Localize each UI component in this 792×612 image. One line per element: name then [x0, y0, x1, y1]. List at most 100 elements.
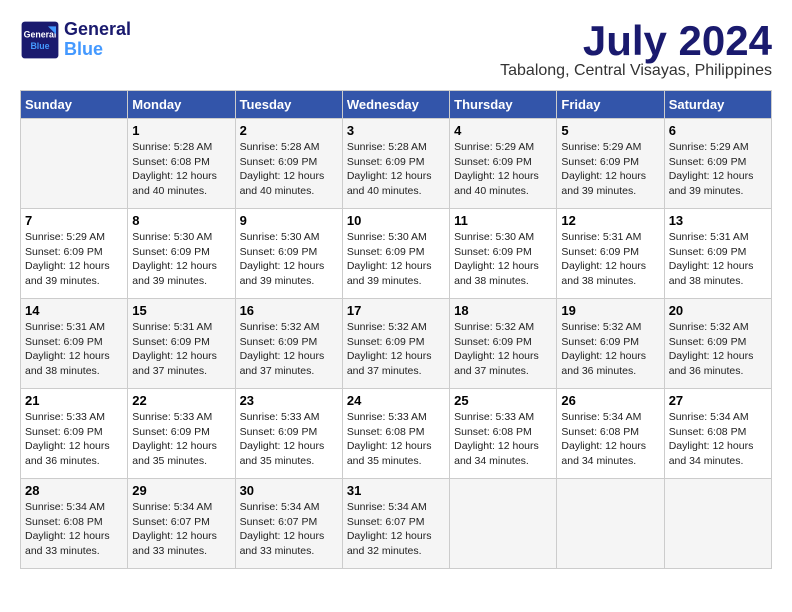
logo: General Blue General Blue: [20, 20, 131, 60]
day-info: Sunrise: 5:34 AM Sunset: 6:07 PM Dayligh…: [132, 500, 230, 559]
calendar-cell: 10Sunrise: 5:30 AM Sunset: 6:09 PM Dayli…: [342, 209, 449, 299]
calendar-cell: 13 Sunrise: 5:31 AM Sunset: 6:09 PM Dayli…: [664, 209, 771, 299]
day-number: 19: [561, 303, 659, 318]
calendar-cell: [664, 479, 771, 569]
day-info: Sunrise: 5:32 AM Sunset: 6:09 PM Dayligh…: [454, 320, 552, 379]
day-number: 30: [240, 483, 338, 498]
day-info: Sunrise: 5:32 AM Sunset: 6:09 PM Dayligh…: [240, 320, 338, 379]
day-info: Sunrise: 5:29 AM Sunset: 6:09 PM Dayligh…: [561, 140, 659, 199]
weekday-header: Tuesday: [235, 91, 342, 119]
day-number: 15: [132, 303, 230, 318]
calendar-cell: 31 Sunrise: 5:34 AM Sunset: 6:07 PM Dayli…: [342, 479, 449, 569]
calendar-table: SundayMondayTuesdayWednesdayThursdayFrid…: [20, 90, 772, 569]
day-number: 1: [132, 123, 230, 138]
day-info: Sunrise: 5:33 AM Sunset: 6:09 PM Dayligh…: [240, 410, 338, 469]
calendar-cell: 19 Sunrise: 5:32 AM Sunset: 6:09 PM Dayli…: [557, 299, 664, 389]
calendar-week-row: 1 Sunrise: 5:28 AM Sunset: 6:08 PM Daylig…: [21, 119, 772, 209]
weekday-header: Friday: [557, 91, 664, 119]
calendar-cell: 5 Sunrise: 5:29 AM Sunset: 6:09 PM Daylig…: [557, 119, 664, 209]
weekday-header: Thursday: [450, 91, 557, 119]
calendar-week-row: 21 Sunrise: 5:33 AM Sunset: 6:09 PM Dayli…: [21, 389, 772, 479]
calendar-cell: 2 Sunrise: 5:28 AM Sunset: 6:09 PM Daylig…: [235, 119, 342, 209]
day-info: Sunrise: 5:31 AM Sunset: 6:09 PM Dayligh…: [669, 230, 767, 289]
logo-text-line2: Blue: [64, 40, 131, 60]
day-info: Sunrise: 5:32 AM Sunset: 6:09 PM Dayligh…: [347, 320, 445, 379]
day-number: 6: [669, 123, 767, 138]
day-number: 16: [240, 303, 338, 318]
day-number: 21: [25, 393, 123, 408]
day-info: Sunrise: 5:29 AM Sunset: 6:09 PM Dayligh…: [669, 140, 767, 199]
day-number: 25: [454, 393, 552, 408]
svg-text:Blue: Blue: [30, 41, 49, 51]
calendar-cell: 12Sunrise: 5:31 AM Sunset: 6:09 PM Dayli…: [557, 209, 664, 299]
day-info: Sunrise: 5:32 AM Sunset: 6:09 PM Dayligh…: [561, 320, 659, 379]
day-info: Sunrise: 5:30 AM Sunset: 6:09 PM Dayligh…: [132, 230, 230, 289]
calendar-cell: 22Sunrise: 5:33 AM Sunset: 6:09 PM Dayli…: [128, 389, 235, 479]
day-info: Sunrise: 5:34 AM Sunset: 6:08 PM Dayligh…: [561, 410, 659, 469]
calendar-cell: 29 Sunrise: 5:34 AM Sunset: 6:07 PM Dayli…: [128, 479, 235, 569]
calendar-week-row: 28 Sunrise: 5:34 AM Sunset: 6:08 PM Dayli…: [21, 479, 772, 569]
day-info: Sunrise: 5:34 AM Sunset: 6:08 PM Dayligh…: [669, 410, 767, 469]
calendar-cell: 24Sunrise: 5:33 AM Sunset: 6:08 PM Dayli…: [342, 389, 449, 479]
calendar-cell: 18 Sunrise: 5:32 AM Sunset: 6:09 PM Dayli…: [450, 299, 557, 389]
weekday-header: Monday: [128, 91, 235, 119]
day-info: Sunrise: 5:28 AM Sunset: 6:09 PM Dayligh…: [240, 140, 338, 199]
day-info: Sunrise: 5:30 AM Sunset: 6:09 PM Dayligh…: [240, 230, 338, 289]
day-number: 12: [561, 213, 659, 228]
day-number: 27: [669, 393, 767, 408]
calendar-cell: 6 Sunrise: 5:29 AM Sunset: 6:09 PM Daylig…: [664, 119, 771, 209]
day-info: Sunrise: 5:28 AM Sunset: 6:09 PM Dayligh…: [347, 140, 445, 199]
calendar-cell: 16 Sunrise: 5:32 AM Sunset: 6:09 PM Dayli…: [235, 299, 342, 389]
day-number: 8: [132, 213, 230, 228]
calendar-cell: 4 Sunrise: 5:29 AM Sunset: 6:09 PM Daylig…: [450, 119, 557, 209]
day-info: Sunrise: 5:31 AM Sunset: 6:09 PM Dayligh…: [132, 320, 230, 379]
logo-icon: General Blue: [20, 20, 60, 60]
calendar-cell: 25 Sunrise: 5:33 AM Sunset: 6:08 PM Dayli…: [450, 389, 557, 479]
calendar-cell: 21 Sunrise: 5:33 AM Sunset: 6:09 PM Dayli…: [21, 389, 128, 479]
calendar-cell: 1 Sunrise: 5:28 AM Sunset: 6:08 PM Daylig…: [128, 119, 235, 209]
calendar-cell: 26Sunrise: 5:34 AM Sunset: 6:08 PM Dayli…: [557, 389, 664, 479]
calendar-cell: 15 Sunrise: 5:31 AM Sunset: 6:09 PM Dayli…: [128, 299, 235, 389]
calendar-cell: 9 Sunrise: 5:30 AM Sunset: 6:09 PM Daylig…: [235, 209, 342, 299]
calendar-cell: [21, 119, 128, 209]
calendar-week-row: 14 Sunrise: 5:31 AM Sunset: 6:09 PM Dayli…: [21, 299, 772, 389]
header: General Blue General Blue July 2024 Taba…: [20, 20, 772, 80]
day-number: 24: [347, 393, 445, 408]
day-info: Sunrise: 5:32 AM Sunset: 6:09 PM Dayligh…: [669, 320, 767, 379]
day-number: 23: [240, 393, 338, 408]
day-info: Sunrise: 5:33 AM Sunset: 6:08 PM Dayligh…: [454, 410, 552, 469]
calendar-cell: 30 Sunrise: 5:34 AM Sunset: 6:07 PM Dayli…: [235, 479, 342, 569]
day-number: 28: [25, 483, 123, 498]
day-info: Sunrise: 5:28 AM Sunset: 6:08 PM Dayligh…: [132, 140, 230, 199]
location-title: Tabalong, Central Visayas, Philippines: [500, 62, 772, 80]
day-number: 14: [25, 303, 123, 318]
day-number: 29: [132, 483, 230, 498]
calendar-cell: 20 Sunrise: 5:32 AM Sunset: 6:09 PM Dayli…: [664, 299, 771, 389]
day-number: 3: [347, 123, 445, 138]
day-info: Sunrise: 5:30 AM Sunset: 6:09 PM Dayligh…: [454, 230, 552, 289]
day-info: Sunrise: 5:31 AM Sunset: 6:09 PM Dayligh…: [25, 320, 123, 379]
calendar-week-row: 7 Sunrise: 5:29 AM Sunset: 6:09 PM Daylig…: [21, 209, 772, 299]
day-number: 13: [669, 213, 767, 228]
day-number: 20: [669, 303, 767, 318]
day-number: 4: [454, 123, 552, 138]
day-info: Sunrise: 5:33 AM Sunset: 6:09 PM Dayligh…: [25, 410, 123, 469]
day-number: 7: [25, 213, 123, 228]
calendar-cell: [557, 479, 664, 569]
calendar-cell: 14 Sunrise: 5:31 AM Sunset: 6:09 PM Dayli…: [21, 299, 128, 389]
day-number: 18: [454, 303, 552, 318]
day-number: 22: [132, 393, 230, 408]
weekday-header-row: SundayMondayTuesdayWednesdayThursdayFrid…: [21, 91, 772, 119]
calendar-cell: [450, 479, 557, 569]
day-number: 5: [561, 123, 659, 138]
day-number: 31: [347, 483, 445, 498]
calendar-cell: 17Sunrise: 5:32 AM Sunset: 6:09 PM Dayli…: [342, 299, 449, 389]
day-info: Sunrise: 5:34 AM Sunset: 6:07 PM Dayligh…: [347, 500, 445, 559]
day-info: Sunrise: 5:29 AM Sunset: 6:09 PM Dayligh…: [454, 140, 552, 199]
day-info: Sunrise: 5:29 AM Sunset: 6:09 PM Dayligh…: [25, 230, 123, 289]
day-number: 2: [240, 123, 338, 138]
day-info: Sunrise: 5:34 AM Sunset: 6:07 PM Dayligh…: [240, 500, 338, 559]
calendar-cell: 8 Sunrise: 5:30 AM Sunset: 6:09 PM Daylig…: [128, 209, 235, 299]
day-info: Sunrise: 5:34 AM Sunset: 6:08 PM Dayligh…: [25, 500, 123, 559]
day-number: 9: [240, 213, 338, 228]
